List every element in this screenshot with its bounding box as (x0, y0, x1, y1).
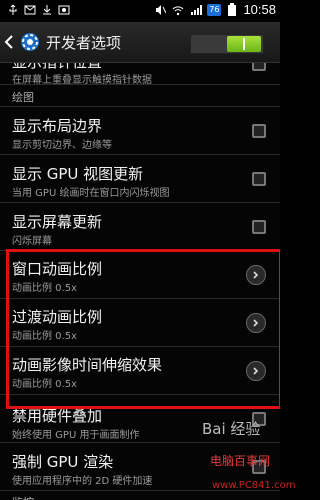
checkbox[interactable] (252, 63, 266, 71)
watermark-site: 电脑百事网 (210, 454, 271, 468)
mail-icon (23, 3, 37, 17)
item-subtitle: 显示剪切边界、边缘等 (12, 140, 112, 151)
action-bar: 开发者选项 (0, 22, 280, 63)
list-item-show-screen-updates[interactable]: 显示屏幕更新 闪烁屏幕 (0, 203, 280, 251)
chevron-right-icon[interactable] (246, 361, 266, 381)
wifi-icon (171, 3, 185, 17)
section-header-drawing: 绘图 (0, 85, 280, 107)
usb-icon (6, 3, 20, 17)
list-item-pointer-location[interactable]: 显示指针位置 在屏幕上重叠显示触摸指针数据 (0, 63, 280, 86)
battery-icon (225, 3, 239, 17)
section-title: 监控 (12, 494, 34, 500)
download-icon (40, 3, 54, 17)
clock: 10:58 (243, 2, 276, 17)
list-item-show-layout-bounds[interactable]: 显示布局边界 显示剪切边界、边缘等 (0, 107, 280, 155)
list-item-transition-animation-scale[interactable]: 过渡动画比例 动画比例 0.5x (0, 299, 280, 347)
item-title: 强制 GPU 渲染 (12, 453, 114, 471)
item-subtitle: 动画比例 0.5x (12, 379, 77, 390)
developer-options-toggle[interactable] (190, 34, 264, 54)
item-subtitle: 在屏幕上重叠显示触摸指针数据 (12, 75, 152, 86)
item-title: 动画影像时间伸缩效果 (12, 356, 163, 374)
section-header-monitoring: 监控 (0, 491, 280, 500)
notification-icons (6, 3, 71, 17)
item-subtitle: 动画比例 0.5x (12, 331, 77, 342)
checkbox[interactable] (252, 124, 266, 138)
item-subtitle: 使用应用程序中的 2D 硬件加速 (12, 476, 153, 487)
list-item-show-gpu-view-updates[interactable]: 显示 GPU 视图更新 当用 GPU 绘画时在窗口内闪烁视图 (0, 155, 280, 203)
system-icons: 76 10:58 (153, 2, 276, 17)
mute-icon (153, 3, 167, 17)
list-item-window-animation-scale[interactable]: 窗口动画比例 动画比例 0.5x (0, 251, 280, 299)
gear-icon[interactable] (18, 30, 42, 54)
item-title: 显示屏幕更新 (12, 213, 103, 231)
watermark-brand: Bai 经验 (202, 420, 261, 438)
item-subtitle: 闪烁屏幕 (12, 236, 52, 247)
item-title: 禁用硬件叠加 (12, 407, 103, 425)
checkbox[interactable] (252, 172, 266, 186)
item-title: 显示 GPU 视图更新 (12, 165, 144, 183)
toggle-knob[interactable] (227, 36, 261, 52)
battery-percent: 76 (207, 3, 222, 16)
signal-icon (189, 3, 203, 17)
chevron-right-icon[interactable] (246, 313, 266, 333)
item-subtitle: 动画比例 0.5x (12, 283, 77, 294)
checkbox[interactable] (252, 220, 266, 234)
status-bar: 76 10:58 (0, 0, 280, 22)
page-title: 开发者选项 (46, 34, 122, 52)
item-title: 显示布局边界 (12, 117, 103, 135)
watermark-url: www.PC841.com (212, 480, 296, 491)
back-caret-icon[interactable] (2, 31, 16, 53)
chevron-right-icon[interactable] (246, 265, 266, 285)
item-subtitle: 始终使用 GPU 用于画面制作 (12, 430, 140, 441)
item-subtitle: 当用 GPU 绘画时在窗口内闪烁视图 (12, 188, 170, 199)
item-title: 窗口动画比例 (12, 260, 103, 278)
photo-icon (57, 3, 71, 17)
list-item-animator-duration-scale[interactable]: 动画影像时间伸缩效果 动画比例 0.5x (0, 347, 280, 395)
item-title: 过渡动画比例 (12, 308, 103, 326)
section-title: 绘图 (12, 91, 34, 104)
